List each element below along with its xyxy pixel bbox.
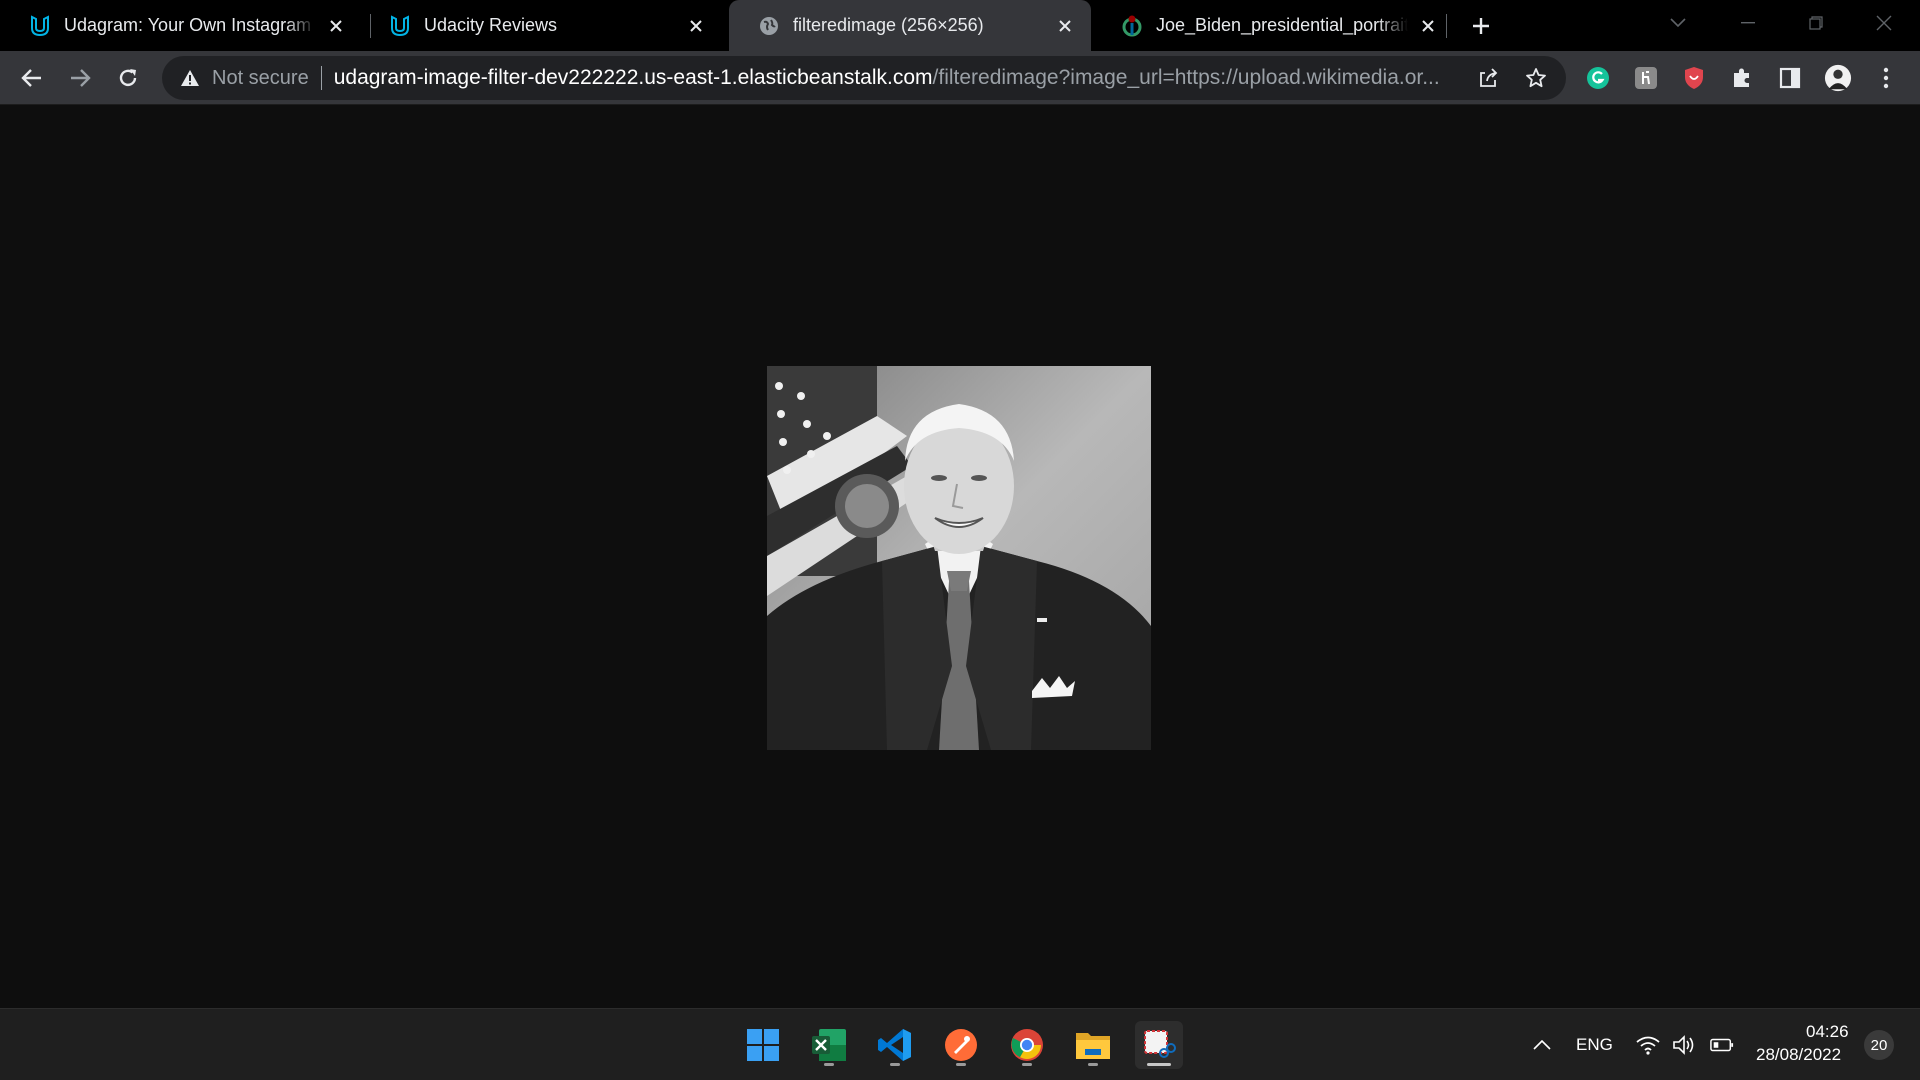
excel-icon xyxy=(812,1029,846,1061)
tab-separator xyxy=(1446,14,1447,38)
security-status[interactable]: Not secure xyxy=(212,67,309,90)
side-panel-icon[interactable] xyxy=(1776,64,1804,92)
omnibox-divider xyxy=(320,66,322,90)
tab-udacity-reviews[interactable]: Udacity Reviews xyxy=(360,0,722,51)
back-button[interactable] xyxy=(16,62,48,94)
menu-kebab-icon[interactable] xyxy=(1872,64,1900,92)
postman-icon xyxy=(945,1029,977,1061)
extension-icon[interactable] xyxy=(1632,64,1660,92)
start-icon xyxy=(747,1029,779,1061)
close-icon[interactable] xyxy=(1416,14,1440,38)
file-explorer-icon xyxy=(1076,1033,1110,1059)
wifi-icon[interactable] xyxy=(1636,1033,1660,1057)
running-indicator xyxy=(1022,1063,1032,1066)
minimize-button[interactable] xyxy=(1728,8,1768,38)
running-indicator xyxy=(890,1063,900,1066)
tab-wikimedia[interactable]: Joe_Biden_presidential_portrait.jpg xyxy=(1092,0,1454,51)
tab-title: Udacity Reviews xyxy=(424,15,558,35)
snipping-tool-icon xyxy=(1144,1030,1176,1058)
clock-date[interactable]: 28/08/2022 xyxy=(1756,1045,1841,1065)
running-indicator xyxy=(1147,1063,1171,1066)
arrow-left-icon xyxy=(21,69,41,87)
portrait-image xyxy=(767,366,1151,750)
restore-button[interactable] xyxy=(1796,8,1836,38)
profile-avatar[interactable] xyxy=(1824,64,1852,92)
new-tab-button[interactable] xyxy=(1466,11,1496,41)
vscode-icon xyxy=(878,1029,911,1061)
minimize-icon xyxy=(1741,22,1755,24)
browser-toolbar: Not secure udagram-image-filter-dev22222… xyxy=(0,51,1920,105)
globe-icon xyxy=(757,14,781,38)
plus-icon xyxy=(1473,18,1489,34)
tab-filteredimage[interactable]: filteredimage (256×256) xyxy=(729,0,1091,51)
close-window-button[interactable] xyxy=(1864,8,1904,38)
extensions-puzzle-icon[interactable] xyxy=(1728,64,1756,92)
reload-button[interactable] xyxy=(112,62,144,94)
volume-icon[interactable] xyxy=(1672,1033,1696,1057)
udacity-icon xyxy=(388,14,412,38)
tab-strip: Udagram: Your Own Instagram on AWS Udaci… xyxy=(0,0,1920,51)
url-host: udagram-image-filter-dev222222.us-east-1… xyxy=(333,66,933,89)
arrow-right-icon xyxy=(71,69,91,87)
chrome-icon xyxy=(1011,1029,1043,1061)
tab-udagram[interactable]: Udagram: Your Own Instagram on AWS xyxy=(0,0,362,51)
taskbar: ENG 04:26 28/08/2022 xyxy=(0,1008,1920,1080)
running-indicator xyxy=(824,1063,834,1066)
shield-icon[interactable] xyxy=(1680,64,1708,92)
close-icon[interactable] xyxy=(684,14,708,38)
reload-icon xyxy=(119,69,137,87)
grammarly-icon[interactable] xyxy=(1584,64,1612,92)
warning-icon[interactable] xyxy=(180,68,200,88)
taskbar-chrome[interactable] xyxy=(1003,1021,1051,1069)
taskbar-snipping-tool[interactable] xyxy=(1135,1021,1183,1069)
tab-search-button[interactable] xyxy=(1658,8,1698,38)
running-indicator xyxy=(1088,1063,1098,1066)
chevron-up-icon xyxy=(1533,1040,1551,1050)
tab-title: Udagram: Your Own Instagram on AWS xyxy=(64,15,316,35)
close-icon[interactable] xyxy=(1053,14,1077,38)
battery-icon[interactable] xyxy=(1710,1033,1734,1057)
share-icon[interactable] xyxy=(1474,64,1502,92)
tab-title: Joe_Biden_presidential_portrait.jpg xyxy=(1156,15,1408,35)
bookmark-star-icon[interactable] xyxy=(1522,64,1550,92)
taskbar-vscode[interactable] xyxy=(871,1021,919,1069)
forward-button[interactable] xyxy=(64,62,96,94)
language-indicator[interactable]: ENG xyxy=(1576,1035,1613,1055)
chevron-down-icon xyxy=(1670,18,1686,28)
taskbar-file-explorer[interactable] xyxy=(1069,1021,1117,1069)
notification-badge[interactable]: 20 xyxy=(1864,1030,1894,1060)
clock-time[interactable]: 04:26 xyxy=(1806,1022,1849,1042)
url-text[interactable]: udagram-image-filter-dev222222.us-east-1… xyxy=(334,66,1454,90)
url-path: /filteredimage?image_url=https://upload.… xyxy=(932,66,1440,89)
restore-icon xyxy=(1809,16,1823,30)
close-icon xyxy=(1876,15,1892,31)
udacity-icon xyxy=(28,14,52,38)
address-bar[interactable]: Not secure udagram-image-filter-dev22222… xyxy=(162,56,1566,100)
running-indicator xyxy=(956,1063,966,1066)
show-hidden-icons-button[interactable] xyxy=(1530,1033,1554,1057)
taskbar-postman[interactable] xyxy=(937,1021,985,1069)
taskbar-excel[interactable] xyxy=(805,1021,853,1069)
page-viewport xyxy=(0,106,1920,1008)
wikimedia-icon xyxy=(1120,14,1144,38)
tab-title: filteredimage (256×256) xyxy=(793,15,984,35)
filtered-image xyxy=(767,366,1151,750)
close-icon[interactable] xyxy=(324,14,348,38)
start-button[interactable] xyxy=(739,1021,787,1069)
